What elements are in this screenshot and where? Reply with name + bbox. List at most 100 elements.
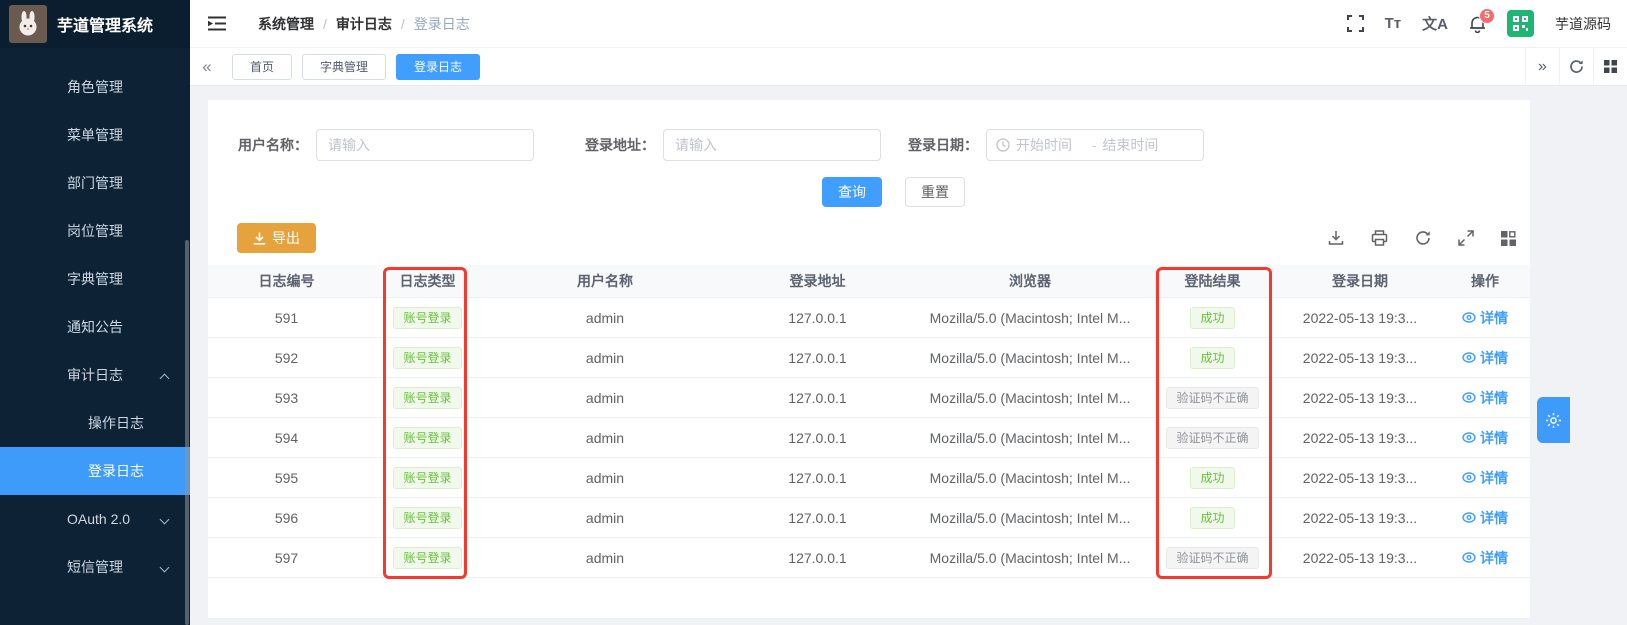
language-icon[interactable]: 文A [1422, 13, 1448, 34]
tabs-scroll-left-icon[interactable]: « [190, 48, 224, 86]
sidebar-item-dept[interactable]: 部门管理 [0, 159, 190, 207]
table-row: 592 账号登录 admin 127.0.0.1 Mozilla/5.0 (Ma… [208, 338, 1530, 378]
reset-button[interactable]: 重置 [905, 177, 965, 207]
eye-icon [1462, 352, 1476, 363]
detail-link[interactable]: 详情 [1462, 428, 1508, 448]
detail-link[interactable]: 详情 [1462, 468, 1508, 488]
col-header-user: 用户名称 [490, 271, 720, 291]
sidebar-item-role[interactable]: 角色管理 [0, 63, 190, 111]
result-tag: 验证码不正确 [1166, 427, 1258, 449]
sidebar-item-audit-log[interactable]: 审计日志 [0, 351, 190, 399]
detail-link[interactable]: 详情 [1462, 508, 1508, 528]
sidebar: 芋道管理系统 角色管理 菜单管理 部门管理 岗位管理 字典管理 通知公告 审计日… [0, 0, 190, 625]
col-header-actions: 操作 [1440, 271, 1530, 291]
fullscreen-expand-icon[interactable] [1458, 230, 1474, 246]
result-tag: 成功 [1190, 507, 1234, 529]
settings-gear-button[interactable] [1537, 397, 1570, 443]
detail-link[interactable]: 详情 [1462, 348, 1508, 368]
tabs: 首页 字典管理 登录日志 [232, 54, 1525, 80]
eye-icon [1462, 512, 1476, 523]
breadcrumb: 系统管理 / 审计日志 / 登录日志 [258, 14, 470, 34]
log-type-tag: 账号登录 [393, 467, 461, 489]
result-tag: 验证码不正确 [1166, 547, 1258, 569]
sidebar-item-menu[interactable]: 菜单管理 [0, 111, 190, 159]
breadcrumb-separator: / [323, 16, 327, 32]
address-form-item: 登录地址： [585, 129, 881, 161]
eye-icon [1462, 552, 1476, 563]
login-log-table: 日志编号 日志类型 用户名称 登录地址 浏览器 登陆结果 登录日期 操作 591… [208, 265, 1530, 578]
breadcrumb-item-audit[interactable]: 审计日志 [336, 14, 392, 34]
sidebar-item-operation-log[interactable]: 操作日志 [0, 399, 190, 447]
sidebar-item-login-log[interactable]: 登录日志 [0, 447, 190, 495]
app-title: 芋道管理系统 [57, 12, 153, 36]
tab-login-log[interactable]: 登录日志 [396, 54, 480, 80]
detail-link[interactable]: 详情 [1462, 548, 1508, 568]
tab-home[interactable]: 首页 [232, 54, 292, 80]
download-icon [253, 232, 266, 245]
sidebar-item-post[interactable]: 岗位管理 [0, 207, 190, 255]
font-size-icon[interactable]: Tт [1385, 15, 1402, 32]
date-range-separator: - [1092, 138, 1096, 153]
log-type-tag: 账号登录 [393, 307, 461, 329]
column-settings-icon[interactable] [1501, 230, 1516, 246]
col-header-browser: 浏览器 [915, 271, 1145, 291]
sidebar-item-oauth[interactable]: OAuth 2.0 [0, 495, 190, 543]
tabs-scroll-right-icon[interactable]: » [1525, 48, 1559, 86]
chevron-down-icon [160, 563, 170, 573]
username[interactable]: 芋道源码 [1555, 14, 1611, 34]
breadcrumb-item-system[interactable]: 系统管理 [258, 14, 314, 34]
gear-icon [1545, 412, 1562, 429]
eye-icon [1462, 432, 1476, 443]
eye-icon [1462, 392, 1476, 403]
date-start-input[interactable] [1016, 137, 1086, 153]
col-header-date: 登录日期 [1280, 271, 1440, 291]
tab-refresh-icon[interactable] [1559, 48, 1593, 86]
notification-bell-icon[interactable]: 5 [1469, 15, 1486, 33]
result-tag: 成功 [1190, 467, 1234, 489]
col-header-log-id: 日志编号 [208, 271, 365, 291]
result-tag: 验证码不正确 [1166, 387, 1258, 409]
avatar[interactable] [1507, 10, 1534, 37]
sidebar-fold-icon[interactable] [208, 16, 226, 31]
result-tag: 成功 [1190, 347, 1234, 369]
clock-icon [996, 138, 1010, 152]
date-end-input[interactable] [1102, 137, 1172, 153]
chevron-up-icon [160, 374, 170, 384]
search-buttons: 查询 重置 [822, 177, 965, 207]
sidebar-scrollbar[interactable] [185, 240, 189, 625]
refresh-icon[interactable] [1415, 230, 1431, 246]
sidebar-item-dict[interactable]: 字典管理 [0, 255, 190, 303]
download-icon[interactable] [1328, 230, 1344, 246]
table-row: 595 账号登录 admin 127.0.0.1 Mozilla/5.0 (Ma… [208, 458, 1530, 498]
print-icon[interactable] [1371, 230, 1388, 246]
sidebar-menu: 角色管理 菜单管理 部门管理 岗位管理 字典管理 通知公告 审计日志 操作日志 … [0, 48, 190, 591]
login-date-range-picker[interactable]: - [986, 129, 1204, 161]
detail-link[interactable]: 详情 [1462, 388, 1508, 408]
header-actions: Tт 文A 5 芋道源码 [1347, 10, 1627, 37]
address-label: 登录地址： [585, 135, 655, 155]
username-input[interactable] [316, 129, 534, 161]
breadcrumb-item-login-log: 登录日志 [414, 14, 470, 34]
app-logo-area[interactable]: 芋道管理系统 [0, 0, 190, 48]
eye-icon [1462, 472, 1476, 483]
col-header-result: 登陆结果 [1145, 271, 1280, 291]
log-type-tag: 账号登录 [393, 347, 461, 369]
query-button[interactable]: 查询 [822, 177, 882, 207]
col-header-log-type: 日志类型 [365, 271, 490, 291]
login-log-panel: 用户名称： 登录地址： 登录日期： - 查询 重置 导出 [208, 100, 1530, 618]
login-address-input[interactable] [663, 129, 881, 161]
sidebar-item-notice[interactable]: 通知公告 [0, 303, 190, 351]
fullscreen-icon[interactable] [1347, 15, 1364, 32]
col-header-address: 登录地址 [720, 271, 915, 291]
app-logo-rabbit-image [9, 5, 47, 43]
sidebar-item-sms[interactable]: 短信管理 [0, 543, 190, 591]
chevron-down-icon [160, 515, 170, 525]
export-button[interactable]: 导出 [237, 223, 316, 253]
breadcrumb-separator: / [401, 16, 405, 32]
tab-dict[interactable]: 字典管理 [302, 54, 386, 80]
log-type-tag: 账号登录 [393, 427, 461, 449]
detail-link[interactable]: 详情 [1462, 308, 1508, 328]
table-row: 597 账号登录 admin 127.0.0.1 Mozilla/5.0 (Ma… [208, 538, 1530, 578]
notification-badge: 5 [1479, 8, 1495, 24]
tab-layout-grid-icon[interactable] [1593, 48, 1627, 86]
